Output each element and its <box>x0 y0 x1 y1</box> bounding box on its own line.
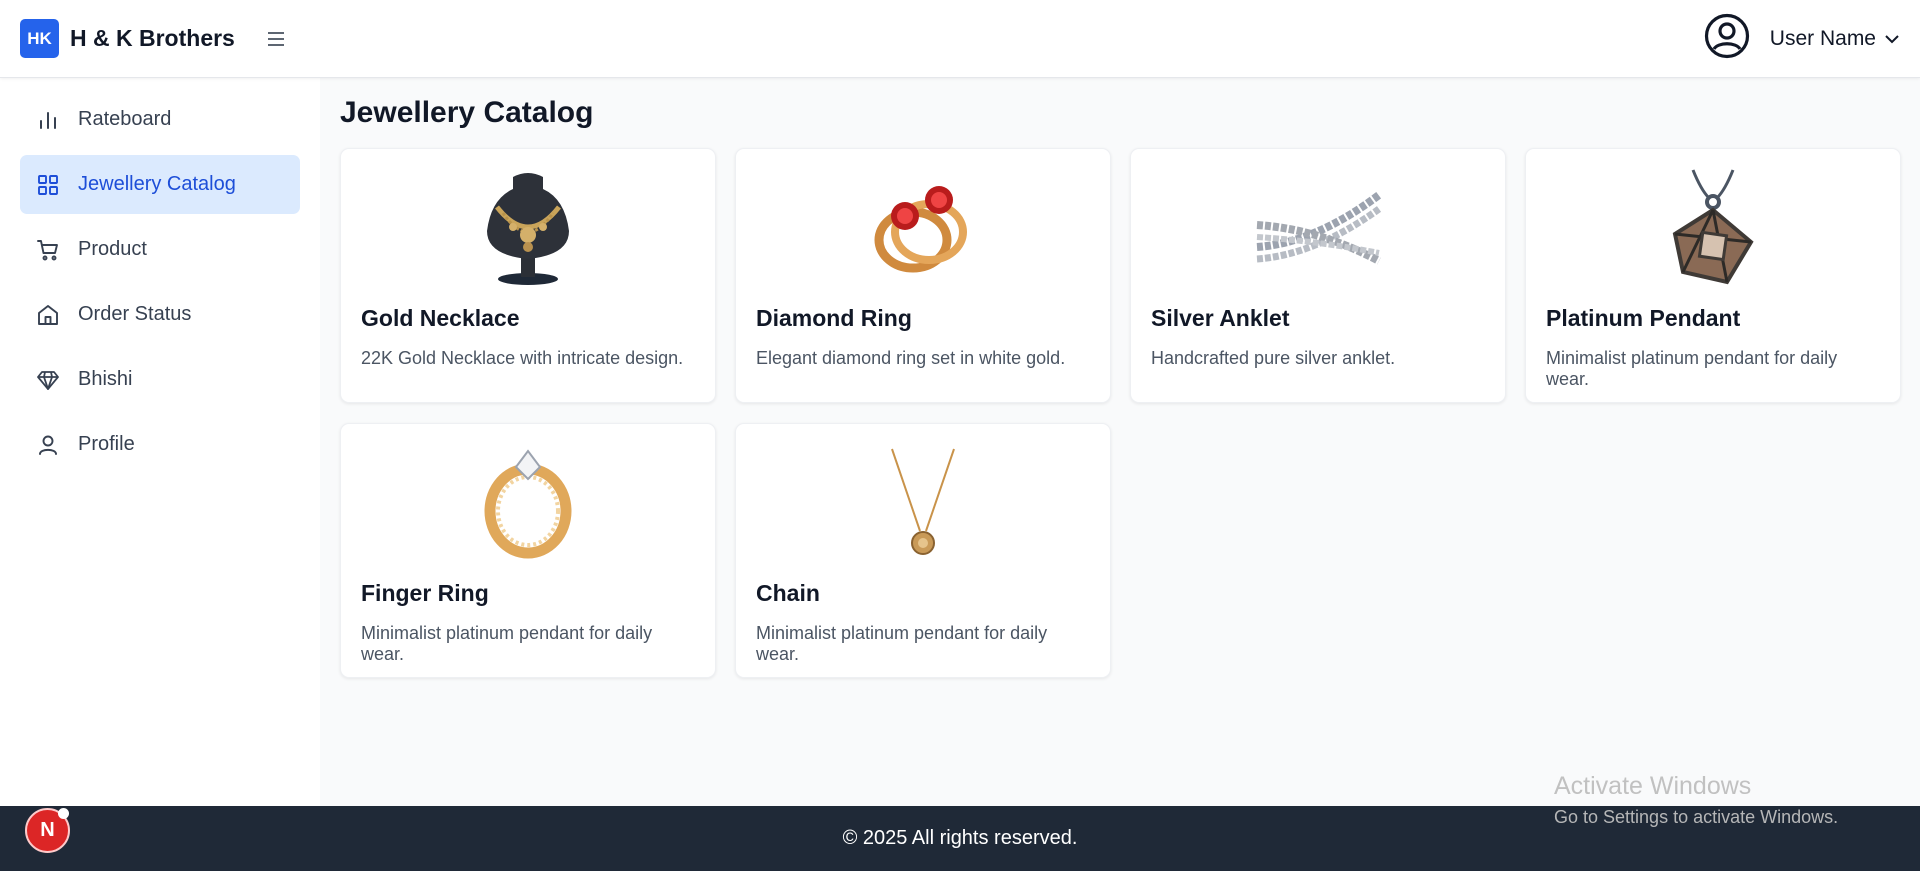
sidebar-item-jewellery-catalog[interactable]: Jewellery Catalog <box>20 155 300 214</box>
top-bar: HK H & K Brothers User Name <box>0 0 1920 78</box>
grid-icon <box>36 173 60 197</box>
product-card[interactable]: Silver Anklet Handcrafted pure silver an… <box>1130 148 1506 403</box>
gold-necklace-image <box>361 167 695 289</box>
diamond-ring-image <box>756 167 1090 289</box>
product-grid: Gold Necklace 22K Gold Necklace with int… <box>340 148 1901 678</box>
sidebar-item-label: Rateboard <box>78 108 172 130</box>
sidebar-item-product[interactable]: Product <box>20 220 300 279</box>
product-card[interactable]: Gold Necklace 22K Gold Necklace with int… <box>340 148 716 403</box>
product-card[interactable]: Platinum Pendant Minimalist platinum pen… <box>1525 148 1901 403</box>
brand-logo: HK <box>20 19 59 58</box>
diamond-icon <box>36 368 60 392</box>
copyright-text: © 2025 All rights reserved. <box>842 827 1078 849</box>
user-icon <box>36 433 60 457</box>
silver-anklet-image <box>1151 167 1485 289</box>
product-description: Handcrafted pure silver anklet. <box>1151 348 1396 368</box>
notification-dot <box>58 808 69 819</box>
sidebar: Rateboard Jewellery Catalog Product Orde… <box>0 78 320 806</box>
main-content: Jewellery Catalog Gold Necklace 22K Gold… <box>320 78 1920 806</box>
product-description: 22K Gold Necklace with intricate design. <box>361 348 684 368</box>
brand[interactable]: HK H & K Brothers <box>20 19 235 58</box>
product-name: Gold Necklace <box>361 305 520 331</box>
sidebar-item-order-status[interactable]: Order Status <box>20 285 300 344</box>
sidebar-item-rateboard[interactable]: Rateboard <box>20 90 300 149</box>
user-menu[interactable]: User Name <box>1704 13 1900 64</box>
sidebar-item-label: Order Status <box>78 303 192 325</box>
sidebar-item-label: Jewellery Catalog <box>78 173 236 195</box>
page-title: Jewellery Catalog <box>340 96 594 129</box>
brand-name: H & K Brothers <box>70 25 235 51</box>
product-card[interactable]: Diamond Ring Elegant diamond ring set in… <box>735 148 1111 403</box>
chain-image <box>756 442 1090 564</box>
bar-chart-icon <box>36 108 60 132</box>
cart-icon <box>36 238 60 262</box>
user-name: User Name <box>1769 26 1876 50</box>
sidebar-item-label: Product <box>78 238 147 260</box>
product-description: Minimalist platinum pendant for daily we… <box>756 623 1048 664</box>
product-description: Minimalist platinum pendant for daily we… <box>1546 348 1838 389</box>
platinum-pendant-image <box>1546 167 1880 289</box>
product-name: Finger Ring <box>361 580 489 606</box>
sidebar-item-label: Bhishi <box>78 368 133 390</box>
sidebar-item-bhishi[interactable]: Bhishi <box>20 350 300 409</box>
product-name: Chain <box>756 580 820 606</box>
hamburger-menu-icon[interactable] <box>265 28 287 50</box>
watermark-title: Activate Windows <box>1554 772 1752 800</box>
product-name: Platinum Pendant <box>1546 305 1741 331</box>
activate-windows-watermark: Activate Windows Go to Settings to activ… <box>1554 772 1838 828</box>
product-name: Silver Anklet <box>1151 305 1290 331</box>
product-card[interactable]: Chain Minimalist platinum pendant for da… <box>735 423 1111 678</box>
user-avatar-icon <box>1704 13 1750 64</box>
product-card[interactable]: Finger Ring Minimalist platinum pendant … <box>340 423 716 678</box>
watermark-subtitle: Go to Settings to activate Windows. <box>1554 807 1839 827</box>
chevron-down-icon <box>1884 34 1900 44</box>
finger-ring-image <box>361 442 695 564</box>
sidebar-item-label: Profile <box>78 433 135 455</box>
sidebar-item-profile[interactable]: Profile <box>20 415 300 474</box>
product-name: Diamond Ring <box>756 305 912 331</box>
home-icon <box>36 303 60 327</box>
product-description: Minimalist platinum pendant for daily we… <box>361 623 653 664</box>
product-description: Elegant diamond ring set in white gold. <box>756 348 1066 368</box>
